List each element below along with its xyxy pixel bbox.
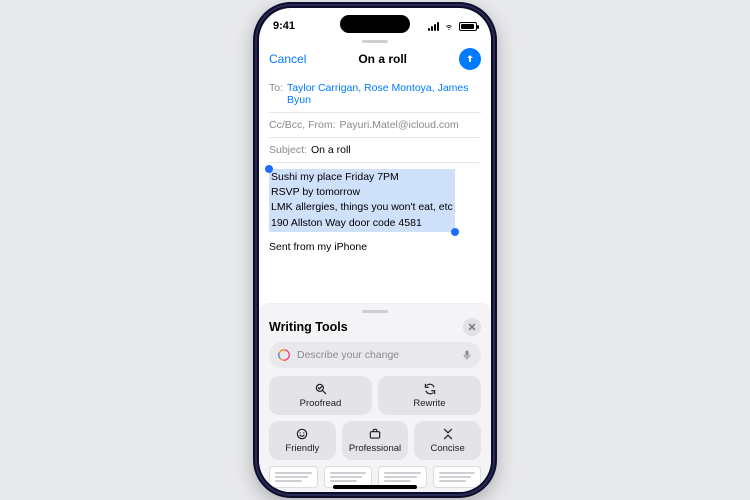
ccbcc-from-value: Payuri.Matel@icloud.com	[340, 119, 459, 131]
briefcase-icon	[368, 427, 382, 441]
ccbcc-from-field[interactable]: Cc/Bcc, From: Payuri.Matel@icloud.com	[269, 113, 481, 138]
compose-title: On a roll	[358, 52, 407, 66]
friendly-label: Friendly	[285, 443, 319, 454]
to-label: To:	[269, 82, 283, 106]
describe-change-input[interactable]: Describe your change	[269, 342, 481, 368]
rewrite-button[interactable]: Rewrite	[378, 376, 481, 415]
describe-change-placeholder: Describe your change	[297, 349, 455, 361]
subject-field[interactable]: Subject: On a roll	[269, 138, 481, 163]
concise-icon	[441, 427, 455, 441]
writing-tools-panel: Writing Tools Describe your change	[259, 304, 491, 492]
proofread-label: Proofread	[300, 398, 342, 409]
concise-label: Concise	[430, 443, 464, 454]
status-time: 9:41	[273, 20, 295, 32]
battery-icon	[459, 22, 477, 31]
concise-button[interactable]: Concise	[414, 421, 481, 460]
dynamic-island	[340, 15, 410, 33]
style-thumbnail[interactable]	[269, 466, 318, 488]
apple-intelligence-icon	[277, 348, 291, 362]
arrow-up-icon	[464, 53, 476, 65]
subject-value: On a roll	[311, 144, 351, 156]
proofread-button[interactable]: Proofread	[269, 376, 372, 415]
rewrite-label: Rewrite	[413, 398, 445, 409]
phone-frame: 9:41 Cancel On a roll To: Taylor Carr	[253, 2, 497, 498]
magnifier-check-icon	[314, 382, 328, 396]
microphone-icon[interactable]	[461, 349, 473, 361]
home-indicator[interactable]	[333, 485, 417, 489]
ccbcc-from-label: Cc/Bcc, From:	[269, 119, 336, 131]
compose-navbar: Cancel On a roll	[259, 43, 491, 76]
writing-tools-title: Writing Tools	[269, 320, 348, 334]
cancel-button[interactable]: Cancel	[269, 52, 306, 66]
screen: 9:41 Cancel On a roll To: Taylor Carr	[259, 8, 491, 492]
to-value: Taylor Carrigan, Rose Montoya, James Byu…	[287, 82, 481, 106]
smile-icon	[295, 427, 309, 441]
message-body[interactable]: Sushi my place Friday 7PM RSVP by tomorr…	[259, 163, 491, 261]
selected-text-content: Sushi my place Friday 7PM RSVP by tomorr…	[271, 171, 453, 229]
email-signature: Sent from my iPhone	[269, 240, 481, 255]
close-icon	[467, 322, 477, 332]
close-button[interactable]	[463, 318, 481, 336]
wifi-icon	[443, 22, 455, 31]
to-field[interactable]: To: Taylor Carrigan, Rose Montoya, James…	[269, 76, 481, 113]
cellular-icon	[428, 22, 439, 31]
selected-text[interactable]: Sushi my place Friday 7PM RSVP by tomorr…	[269, 169, 455, 232]
panel-grabber[interactable]	[362, 310, 388, 313]
send-button[interactable]	[459, 48, 481, 70]
selection-handle-start[interactable]	[265, 165, 273, 173]
friendly-button[interactable]: Friendly	[269, 421, 336, 460]
rewrite-icon	[423, 382, 437, 396]
selection-handle-end[interactable]	[451, 228, 459, 236]
style-thumbnail[interactable]	[433, 466, 482, 488]
professional-label: Professional	[349, 443, 401, 454]
professional-button[interactable]: Professional	[342, 421, 409, 460]
subject-label: Subject:	[269, 144, 307, 156]
